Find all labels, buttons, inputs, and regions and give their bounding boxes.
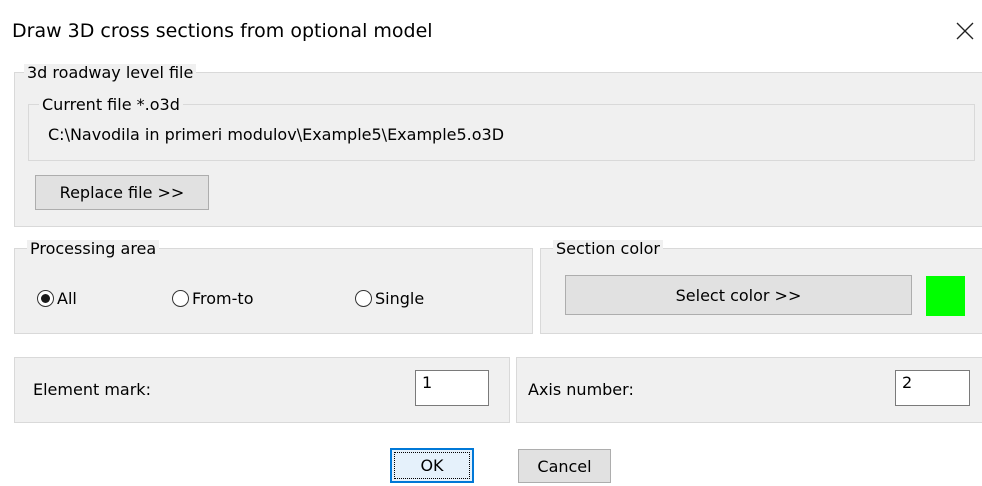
file-group-legend: 3d roadway level file <box>24 64 197 82</box>
close-icon[interactable] <box>952 18 978 44</box>
radio-all-circle <box>37 290 54 307</box>
element-mark-label: Element mark: <box>33 380 151 399</box>
replace-file-button[interactable]: Replace file >> <box>35 175 209 210</box>
axis-number-input[interactable]: 2 <box>895 370 970 406</box>
color-swatch <box>926 276 965 316</box>
radio-single-circle <box>355 290 372 307</box>
cancel-button[interactable]: Cancel <box>518 449 611 483</box>
radio-all[interactable]: All <box>37 289 77 308</box>
element-mark-input[interactable]: 1 <box>415 370 489 406</box>
current-file-legend: Current file *.o3d <box>39 96 183 114</box>
radio-from-to-label: From-to <box>192 289 254 308</box>
radio-selected-dot <box>41 294 50 303</box>
ok-button[interactable]: OK <box>390 448 474 483</box>
section-color-legend: Section color <box>553 240 663 258</box>
radio-from-to[interactable]: From-to <box>172 289 253 308</box>
processing-area-group <box>14 248 533 334</box>
radio-from-to-circle <box>172 290 189 307</box>
radio-all-label: All <box>57 289 77 308</box>
select-color-button[interactable]: Select color >> <box>565 275 912 315</box>
radio-single[interactable]: Single <box>355 289 424 308</box>
dialog-title: Draw 3D cross sections from optional mod… <box>12 20 433 42</box>
current-file-path: C:\Navodila in primeri modulov\Example5\… <box>48 125 505 144</box>
processing-area-legend: Processing area <box>27 240 160 258</box>
axis-number-label: Axis number: <box>528 380 634 399</box>
radio-single-label: Single <box>375 289 425 308</box>
